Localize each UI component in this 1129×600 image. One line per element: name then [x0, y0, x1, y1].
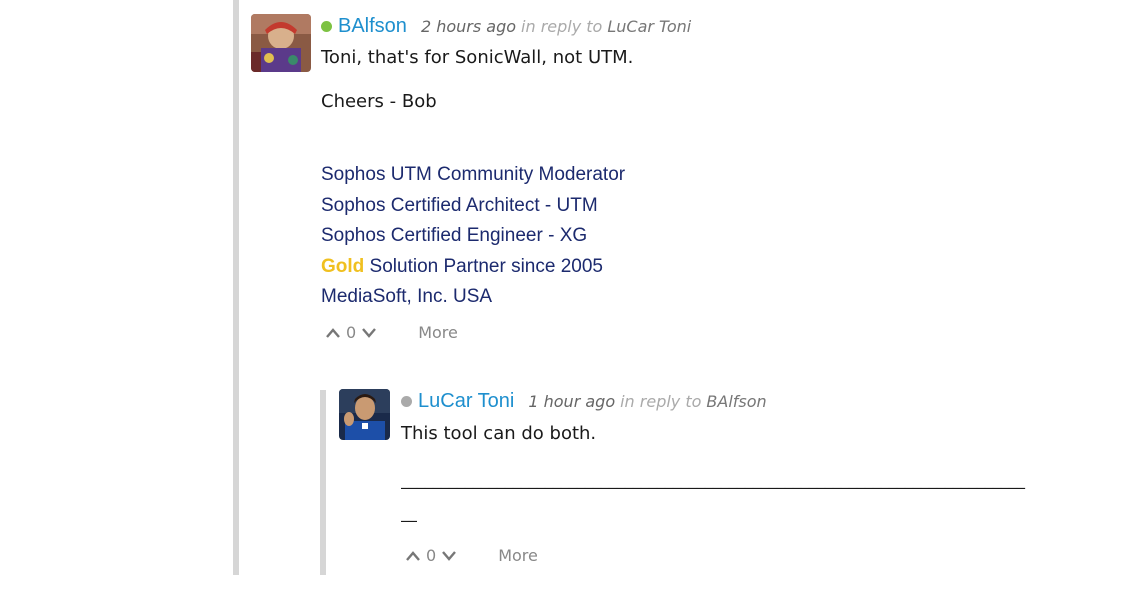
timestamp[interactable]: 2 hours ago: [421, 17, 516, 36]
timestamp[interactable]: 1 hour ago: [528, 392, 615, 411]
comment-meta: LuCar Toni 1 hour ago in reply to BAlfso…: [401, 390, 767, 413]
vote-count: 0: [346, 323, 357, 342]
upvote-button[interactable]: [324, 324, 342, 342]
signature-line: MediaSoft, Inc. USA: [321, 286, 493, 307]
chevron-up-icon: [326, 327, 340, 338]
avatar[interactable]: [339, 389, 390, 440]
avatar[interactable]: [251, 14, 311, 72]
in-reply-to-label: in reply to: [521, 17, 603, 36]
author-link[interactable]: LuCar Toni: [418, 390, 514, 413]
comment-body-line: Cheers - Bob: [321, 91, 437, 112]
reply-to-link[interactable]: LuCar Toni: [607, 17, 691, 36]
reply-indent-bar: [320, 390, 326, 575]
thread-indent-bar: [233, 0, 239, 575]
separator-line: ________________________________________…: [401, 470, 1025, 489]
downvote-button[interactable]: [360, 324, 378, 342]
signature-line: Sophos Certified Engineer - XG: [321, 225, 588, 246]
gold-label: Gold: [321, 256, 365, 277]
chevron-down-icon: [442, 550, 457, 561]
more-button[interactable]: More: [418, 323, 458, 342]
in-reply-to-label: in reply to: [620, 392, 702, 411]
upvote-button[interactable]: [404, 547, 422, 565]
comment-actions: 0 More: [404, 546, 538, 565]
separator-line: __: [401, 503, 417, 522]
comment-actions: 0 More: [324, 323, 458, 342]
offline-status-icon: [401, 396, 412, 407]
comment-body-line: This tool can do both.: [401, 423, 597, 444]
signature-line: Gold Solution Partner since 2005: [321, 256, 603, 278]
vote-count: 0: [426, 546, 437, 565]
author-link[interactable]: BAlfson: [338, 15, 407, 38]
signature-line: Sophos Certified Architect - UTM: [321, 195, 598, 216]
signature-text: Solution Partner since 2005: [364, 256, 603, 277]
comment-body-line: Toni, that's for SonicWall, not UTM.: [321, 47, 634, 68]
chevron-up-icon: [406, 550, 420, 561]
downvote-button[interactable]: [440, 547, 458, 565]
comment-meta: BAlfson 2 hours ago in reply to LuCar To…: [321, 15, 691, 38]
signature-line: Sophos UTM Community Moderator: [321, 164, 626, 185]
reply-to-link[interactable]: BAlfson: [706, 392, 766, 411]
more-button[interactable]: More: [498, 546, 538, 565]
online-status-icon: [321, 21, 332, 32]
chevron-down-icon: [362, 327, 377, 338]
